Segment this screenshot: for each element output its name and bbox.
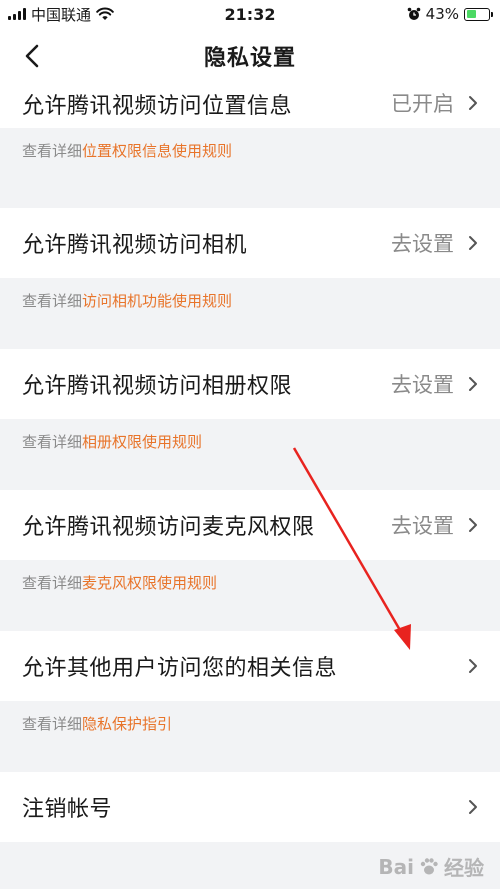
chevron-right-icon <box>469 518 477 532</box>
setting-label: 允许腾讯视频访问相册权限 <box>22 374 293 399</box>
chevron-left-icon <box>25 44 39 68</box>
battery-icon <box>464 7 493 21</box>
setting-value: 去设置 <box>391 373 454 397</box>
setting-location[interactable]: 允许腾讯视频访问位置信息 已开启 <box>0 84 500 128</box>
hint-location: 查看详细 位置权限信息使用规则 <box>22 140 233 161</box>
signal-icon <box>8 8 26 20</box>
status-bar: 中国联通 21:32 43% <box>0 0 500 28</box>
nav-bar: 隐私设置 <box>0 28 500 84</box>
alarm-icon <box>407 7 420 20</box>
setting-label: 注销帐号 <box>22 797 113 822</box>
setting-value: 去设置 <box>391 232 454 256</box>
status-time: 21:32 <box>224 4 276 24</box>
album-rules-link[interactable]: 相册权限使用规则 <box>82 431 202 452</box>
hint-camera: 查看详细 访问相机功能使用规则 <box>22 290 233 311</box>
battery-percent: 43% <box>425 5 459 23</box>
microphone-rules-link[interactable]: 麦克风权限使用规则 <box>82 572 217 593</box>
paw-icon <box>420 857 438 874</box>
camera-rules-link[interactable]: 访问相机功能使用规则 <box>82 290 232 311</box>
setting-label: 允许腾讯视频访问相机 <box>22 233 248 258</box>
battery-fill <box>466 10 476 18</box>
setting-other-users-access[interactable]: 允许其他用户访问您的相关信息 <box>0 631 500 701</box>
setting-label: 允许其他用户访问您的相关信息 <box>22 656 338 681</box>
setting-cancel-account[interactable]: 注销帐号 <box>0 772 500 842</box>
setting-microphone[interactable]: 允许腾讯视频访问麦克风权限 去设置 <box>0 490 500 560</box>
chevron-right-icon <box>469 96 477 110</box>
setting-camera[interactable]: 允许腾讯视频访问相机 去设置 <box>0 208 500 278</box>
setting-album[interactable]: 允许腾讯视频访问相册权限 去设置 <box>0 349 500 419</box>
wifi-icon <box>96 7 114 20</box>
carrier-name: 中国联通 <box>31 5 92 24</box>
hint-privacy: 查看详细 隐私保护指引 <box>22 713 173 734</box>
privacy-guide-link[interactable]: 隐私保护指引 <box>82 713 172 734</box>
location-rules-link[interactable]: 位置权限信息使用规则 <box>82 140 232 161</box>
chevron-right-icon <box>469 236 477 250</box>
chevron-right-icon <box>469 800 477 814</box>
setting-value: 去设置 <box>391 514 454 538</box>
setting-label: 允许腾讯视频访问位置信息 <box>22 94 293 119</box>
settings-list: 允许腾讯视频访问位置信息 已开启 查看详细 位置权限信息使用规则 允许腾讯视频访问… <box>0 84 500 842</box>
setting-value: 已开启 <box>391 92 454 116</box>
hint-album: 查看详细 相册权限使用规则 <box>22 431 203 452</box>
watermark: Bai 经验 <box>378 854 484 881</box>
status-left: 中国联通 <box>8 4 114 25</box>
setting-label: 允许腾讯视频访问麦克风权限 <box>22 515 315 540</box>
status-right: 43% <box>407 5 493 23</box>
page-title: 隐私设置 <box>203 46 296 71</box>
chevron-right-icon <box>469 377 477 391</box>
hint-microphone: 查看详细 麦克风权限使用规则 <box>22 572 218 593</box>
chevron-right-icon <box>469 659 477 673</box>
back-button[interactable] <box>18 42 46 70</box>
